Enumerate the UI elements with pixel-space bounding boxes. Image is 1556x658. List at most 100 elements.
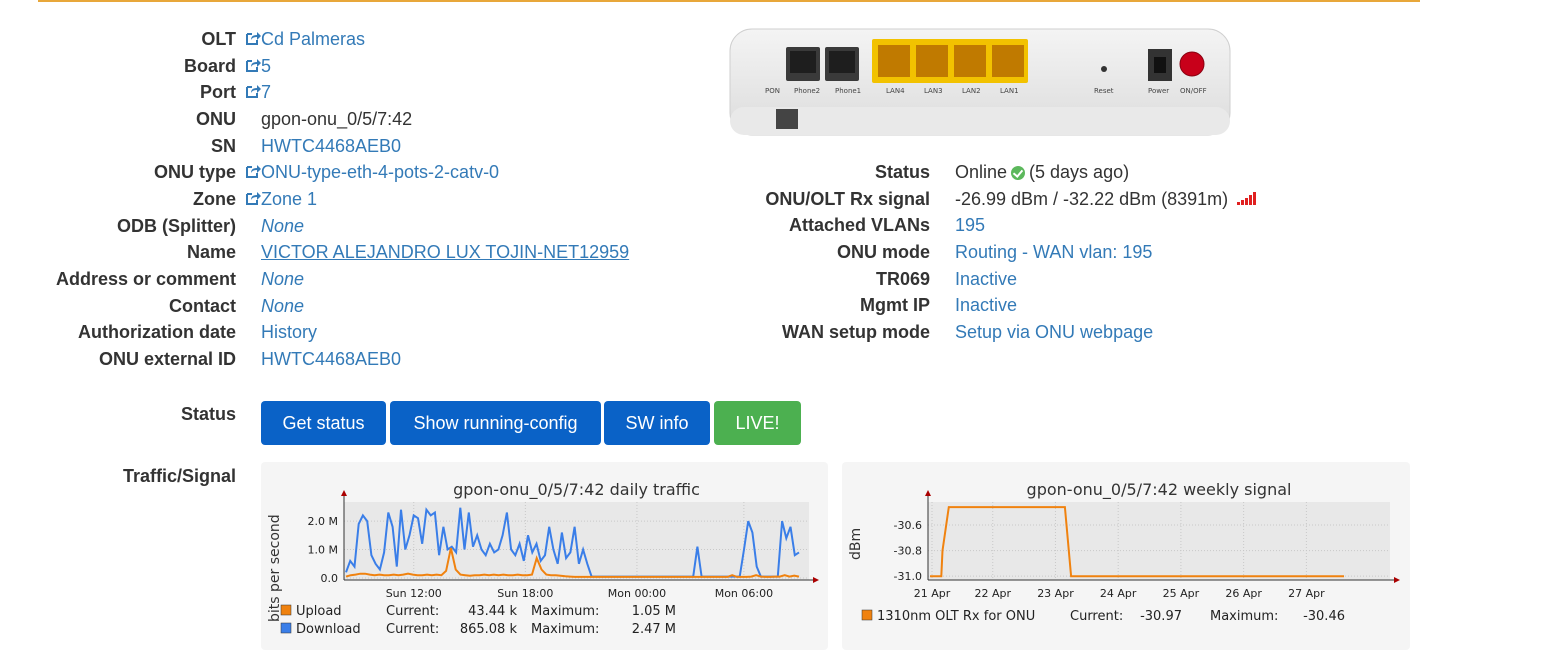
mgmt-ip-label: Mgmt IP <box>860 295 930 316</box>
detail-value[interactable]: HWTC4468AEB0 <box>261 136 401 157</box>
detail-label: OLT <box>201 28 236 49</box>
share-square-icon[interactable] <box>245 163 261 179</box>
legend-series-name: 1310nm OLT Rx for ONU <box>877 609 1035 624</box>
attached-vlans-label: Attached VLANs <box>788 215 930 236</box>
share-square-icon[interactable] <box>245 190 261 206</box>
detail-value[interactable]: HWTC4468AEB0 <box>261 349 401 370</box>
y-axis-arrow <box>341 490 347 496</box>
onu-status-list: Status Online (5 days ago) ONU/OLT Rx sig… <box>700 159 1257 346</box>
x-tick-label: 24 Apr <box>1100 587 1137 600</box>
device-port-label: LAN2 <box>962 87 981 95</box>
detail-label: SN <box>210 135 236 156</box>
share-square-icon[interactable] <box>245 83 261 99</box>
legend-maximum-value: 2.47 M <box>632 622 676 637</box>
signal-strength-icon <box>1237 191 1257 205</box>
legend-series-name: Upload <box>296 604 342 619</box>
detail-label: Contact <box>169 295 236 316</box>
onu-device-image: PON Phone2 Phone1 LAN4 LAN3 LAN2 LAN1 Reset Powe… <box>729 28 1231 136</box>
y-tick-label: -30.6 <box>894 519 922 532</box>
y-tick-label: 0.0 <box>321 572 339 585</box>
detail-label: ONU <box>196 108 236 129</box>
chart-title: gpon-onu_0/5/7:42 daily traffic <box>453 480 700 500</box>
y-tick-label: -30.8 <box>894 545 922 558</box>
detail-value[interactable]: 7 <box>261 82 271 103</box>
detail-value[interactable]: VICTOR ALEJANDRO LUX TOJIN-NET12959 <box>261 242 629 263</box>
external-link-icon[interactable] <box>236 56 261 77</box>
top-accent-line <box>38 0 1420 2</box>
detail-label: Authorization date <box>78 322 236 343</box>
get-status-button[interactable]: Get status <box>261 401 386 445</box>
wan-setup-mode-label: WAN setup mode <box>781 321 930 342</box>
legend-current-value: 865.08 k <box>460 622 518 637</box>
show-running-config-button[interactable]: Show running-config <box>390 401 601 445</box>
attached-vlans-link[interactable]: 195 <box>955 215 985 236</box>
external-link-icon[interactable] <box>236 29 261 50</box>
detail-value[interactable]: ONU-type-eth-4-pots-2-catv-0 <box>261 162 499 183</box>
legend-current-label: Current: <box>386 604 439 619</box>
tr069-link[interactable]: Inactive <box>955 269 1017 290</box>
share-square-icon[interactable] <box>245 57 261 73</box>
detail-value[interactable]: History <box>261 322 317 343</box>
legend-maximum-label: Maximum: <box>531 622 599 637</box>
device-port-label: Phone2 <box>794 87 820 95</box>
device-port-label: ON/OFF <box>1180 87 1207 95</box>
external-link-icon[interactable] <box>236 189 261 210</box>
device-port-label: Power <box>1148 87 1169 95</box>
device-port-label: PON <box>765 87 780 95</box>
traffic-signal-label: Traffic/Signal <box>122 466 236 486</box>
status-section-label: Status <box>180 404 236 424</box>
live-button[interactable]: LIVE! <box>714 401 801 445</box>
detail-label: Zone <box>193 188 236 209</box>
y-axis-label: bits per second <box>267 514 283 622</box>
daily-traffic-graph[interactable]: gpon-onu_0/5/7:42 daily traffic bits per … <box>261 462 828 650</box>
device-port-label: LAN1 <box>1000 87 1019 95</box>
x-axis-arrow <box>813 577 819 583</box>
detail-value[interactable]: Zone 1 <box>261 189 317 210</box>
x-tick-label: 23 Apr <box>1037 587 1074 600</box>
detail-label: Board <box>183 55 236 76</box>
detail-label: Address or comment <box>55 269 236 290</box>
external-link-icon[interactable] <box>236 82 261 103</box>
device-port-label: LAN3 <box>924 87 943 95</box>
status-label: Status <box>874 161 930 182</box>
sw-info-button[interactable]: SW info <box>604 401 710 445</box>
detail-value[interactable]: 5 <box>261 56 271 77</box>
legend-current-value: -30.97 <box>1140 609 1182 624</box>
legend-swatch <box>280 604 292 616</box>
legend-current-value: 43.44 k <box>468 604 517 619</box>
y-tick-label: -31.0 <box>894 570 922 583</box>
y-tick-label: 1.0 M <box>308 544 338 557</box>
share-square-icon[interactable] <box>245 30 261 46</box>
x-tick-label: 26 Apr <box>1225 587 1262 600</box>
detail-label: ODB (Splitter) <box>117 215 236 236</box>
detail-value[interactable]: None <box>261 216 304 237</box>
external-link-icon[interactable] <box>236 162 261 183</box>
legend-series-name: Download <box>296 622 361 637</box>
weekly-signal-graph[interactable]: gpon-onu_0/5/7:42 weekly signal dBm -30.6 -… <box>842 462 1410 650</box>
mgmt-ip-link[interactable]: Inactive <box>955 295 1017 316</box>
detail-value[interactable]: None <box>261 296 304 317</box>
device-port-label: LAN4 <box>886 87 905 95</box>
x-tick-label: 22 Apr <box>974 587 1011 600</box>
x-tick-label: 27 Apr <box>1288 587 1325 600</box>
x-tick-label: 25 Apr <box>1163 587 1200 600</box>
status-value: Online <box>955 161 1008 182</box>
legend-swatch <box>861 609 873 621</box>
legend-maximum-label: Maximum: <box>1210 609 1278 624</box>
wan-setup-mode-link[interactable]: Setup via ONU webpage <box>955 322 1153 343</box>
chart-title: gpon-onu_0/5/7:42 weekly signal <box>1027 480 1292 500</box>
detail-label: Name <box>186 242 236 263</box>
status-last-change: (5 days ago) <box>1029 161 1130 182</box>
x-axis-arrow <box>1394 577 1400 583</box>
plot-area <box>928 502 1390 580</box>
onu-mode-link[interactable]: Routing - WAN vlan: 195 <box>955 242 1152 263</box>
detail-label: ONU type <box>153 162 236 183</box>
detail-value[interactable]: None <box>261 269 304 290</box>
legend-maximum-value: 1.05 M <box>632 604 676 619</box>
detail-value[interactable]: Cd Palmeras <box>261 29 365 50</box>
rx-signal-value: -26.99 dBm / -32.22 dBm (8391m) <box>955 188 1229 209</box>
detail-label: ONU external ID <box>98 349 236 370</box>
legend-swatch <box>280 622 292 634</box>
x-tick-label: 21 Apr <box>914 587 951 600</box>
device-port-label: Phone1 <box>835 87 861 95</box>
